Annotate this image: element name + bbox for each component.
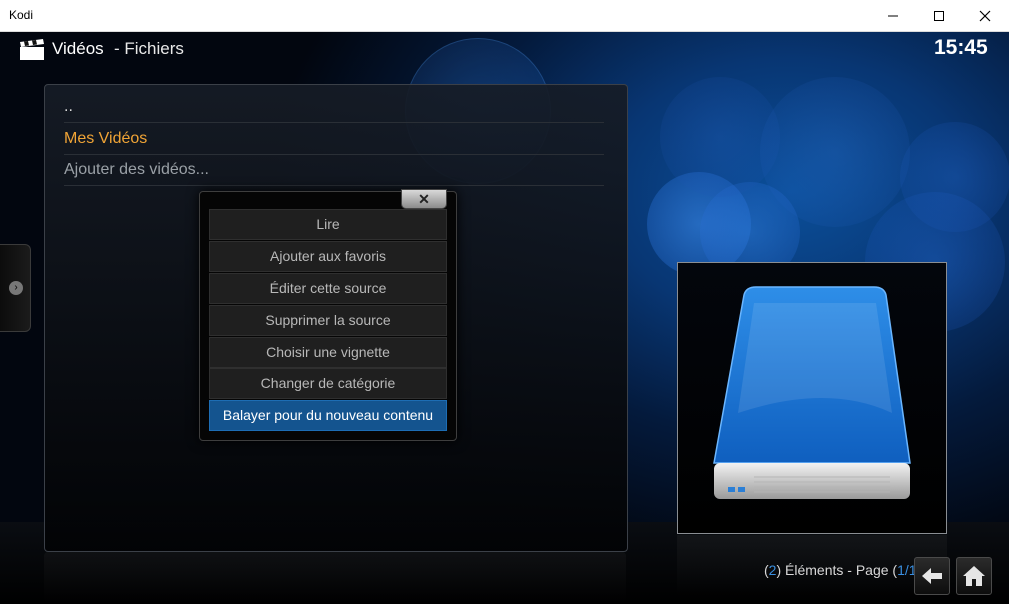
window-title: Kodi [9,8,34,22]
menu-item-ajouter-favoris[interactable]: Ajouter aux favoris [209,241,447,272]
clapperboard-icon [20,39,44,60]
hard-drive-icon [713,286,911,499]
context-menu-close-button[interactable]: ✕ [401,189,447,209]
thumbnail-frame [677,262,947,534]
menu-item-balayer-contenu[interactable]: Balayer pour du nouveau contenu [209,400,447,431]
page-title: Vidéos [52,39,104,58]
menu-item-lire[interactable]: Lire [209,209,447,240]
context-menu: ✕ Lire Ajouter aux favoris Éditer cette … [199,189,457,441]
list-item-mes-videos[interactable]: Mes Vidéos [64,123,604,155]
maximize-icon [934,11,944,21]
bokeh-light [900,122,1009,232]
menu-item-changer-categorie[interactable]: Changer de catégorie [209,368,447,399]
kodi-window: Kodi Vidéos - Fichiers 15:45 › .. Mes Vi… [0,0,1009,604]
chevron-right-icon: › [9,281,23,295]
minimize-icon [888,15,898,17]
clock: 15:45 [934,36,988,59]
menu-item-editer-source[interactable]: Éditer cette source [209,273,447,304]
side-menu-tab[interactable]: › [0,244,31,332]
bokeh-light [760,77,910,227]
title-bar: Kodi [0,0,1009,32]
menu-item-choisir-vignette[interactable]: Choisir une vignette [209,337,447,368]
page-subtitle: - Fichiers [114,39,184,58]
minimize-button[interactable] [870,0,916,31]
menu-item-supprimer-source[interactable]: Supprimer la source [209,305,447,336]
list-item-add-videos[interactable]: Ajouter des vidéos... [64,154,604,186]
close-button[interactable] [962,0,1008,31]
item-count: (2) Éléments - Page (1/1) [764,562,921,578]
maximize-button[interactable] [916,0,962,31]
panel-reflection [44,552,626,602]
back-button[interactable] [914,557,950,595]
kodi-background: Vidéos - Fichiers 15:45 › .. Mes Vidéos … [0,32,1009,604]
close-icon [979,10,991,22]
home-icon [963,566,985,586]
list-item-parent[interactable]: .. [64,91,604,123]
back-arrow-icon [922,568,942,584]
home-button[interactable] [956,557,992,595]
